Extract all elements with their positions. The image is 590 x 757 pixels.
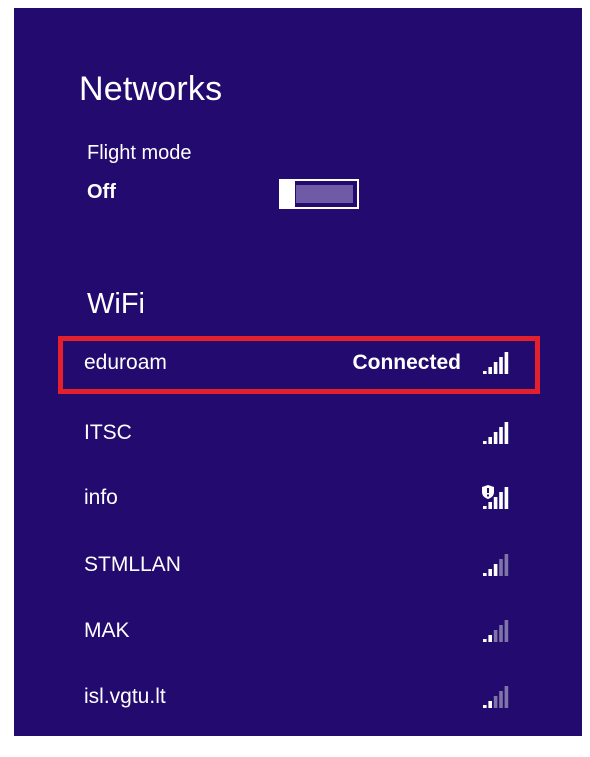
- signal-bar: [493, 630, 498, 642]
- signal-bar: [493, 362, 498, 374]
- signal-bar: [504, 422, 509, 444]
- signal-bar: [499, 691, 503, 708]
- wifi-signal-icon: [483, 352, 509, 374]
- network-row-mak[interactable]: MAK: [58, 604, 540, 662]
- signal-bar: [488, 635, 492, 642]
- flight-mode-toggle[interactable]: [279, 179, 359, 209]
- signal-bar: [488, 437, 492, 444]
- signal-bar: [504, 554, 509, 576]
- signal-bar: [499, 625, 503, 642]
- wifi-heading: WiFi: [87, 288, 145, 320]
- signal-bar: [499, 427, 503, 444]
- signal-bar: [488, 367, 492, 374]
- signal-bar: [483, 705, 487, 708]
- network-name: eduroam: [84, 351, 167, 374]
- signal-bar: [499, 492, 503, 509]
- network-row-itsc[interactable]: ITSC: [58, 406, 540, 464]
- signal-bar: [499, 357, 503, 374]
- wifi-signal-icon: [483, 686, 509, 708]
- network-row-eduroam[interactable]: eduroam Connected: [58, 336, 540, 394]
- wifi-signal-icon: [483, 422, 509, 444]
- signal-bar: [499, 559, 503, 576]
- network-name: ITSC: [84, 421, 132, 444]
- connection-status: Connected: [352, 351, 461, 374]
- signal-bar: [504, 620, 509, 642]
- shield-warning-icon: [482, 485, 494, 499]
- signal-bar: [504, 686, 509, 708]
- signal-bar: [493, 696, 498, 708]
- signal-bar: [483, 573, 487, 576]
- signal-bar: [488, 701, 492, 708]
- signal-bar: [493, 497, 498, 509]
- network-name: MAK: [84, 619, 130, 642]
- wifi-signal-warning-icon: [482, 485, 509, 509]
- network-name: isl.vgtu.lt: [84, 685, 166, 708]
- panel-title: Networks: [79, 70, 223, 108]
- network-row-stmllan[interactable]: STMLLAN: [58, 538, 540, 596]
- signal-bar: [488, 569, 492, 576]
- signal-bar: [483, 506, 487, 509]
- network-name: STMLLAN: [84, 553, 181, 576]
- network-row-isl-vgtu-lt[interactable]: isl.vgtu.lt: [58, 670, 540, 728]
- network-name: info: [84, 486, 118, 509]
- signal-bar: [483, 441, 487, 444]
- flight-mode-label: Flight mode: [87, 142, 192, 164]
- signal-bar: [483, 371, 487, 374]
- wifi-signal-icon: [483, 554, 509, 576]
- toggle-thumb: [279, 179, 295, 209]
- network-row-info[interactable]: info: [58, 471, 540, 529]
- wifi-signal-icon: [483, 620, 509, 642]
- signal-bar: [493, 432, 498, 444]
- networks-panel: Networks Flight mode Off WiFi eduroam Con…: [14, 8, 582, 736]
- signal-bar: [483, 639, 487, 642]
- signal-bar: [504, 487, 509, 509]
- toggle-track: [296, 185, 353, 203]
- flight-mode-state: Off: [87, 181, 116, 203]
- signal-bar: [504, 352, 509, 374]
- signal-bar: [488, 502, 492, 509]
- signal-bar: [493, 564, 498, 576]
